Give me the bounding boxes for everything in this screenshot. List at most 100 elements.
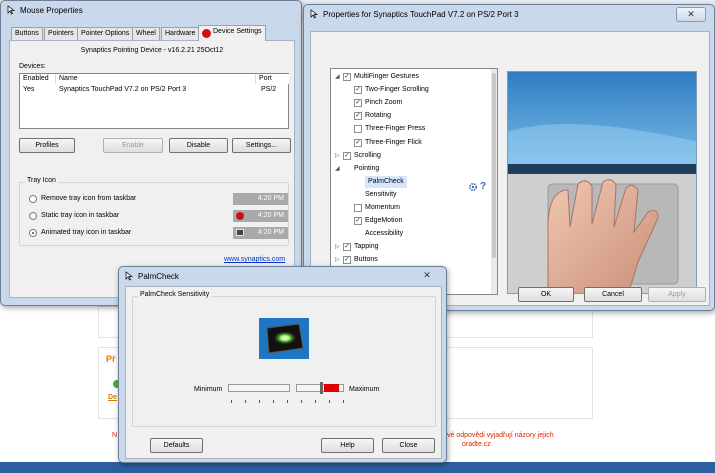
synaptics-properties-window: Properties for Synaptics TouchPad V7.2 o… (303, 4, 715, 311)
tree-item-label: EdgeMotion (365, 217, 403, 225)
background-red-mark: N (112, 432, 118, 439)
checkbox[interactable] (354, 204, 362, 212)
palmcheck-title: PalmCheck (138, 272, 179, 281)
slider-tick (301, 400, 302, 403)
synaptics-titlebar[interactable]: Properties for Synaptics TouchPad V7.2 o… (304, 5, 714, 25)
close-icon[interactable]: ✕ (676, 7, 706, 22)
profiles-button[interactable]: Profiles (19, 138, 75, 153)
tab-device-settings-label: Device Settings (213, 28, 262, 35)
checkbox[interactable]: ✓ (343, 256, 351, 265)
tree-item-label: Pointing (354, 164, 380, 172)
disable-button[interactable]: Disable (169, 138, 228, 153)
column-header-port[interactable]: Port (256, 74, 289, 84)
tree-scrollbar[interactable] (491, 69, 497, 294)
tree-item-label: Three-Finger Flick (365, 138, 422, 146)
radio-animated-tray-icon[interactable] (29, 229, 37, 237)
sensitivity-slider[interactable] (228, 382, 346, 410)
defaults-button[interactable]: Defaults (150, 438, 203, 453)
tree-item-label: Momentum (365, 204, 401, 211)
slider-tick (259, 400, 260, 403)
close-icon[interactable]: ✕ (412, 269, 442, 284)
tab-device-settings[interactable]: Device Settings (198, 25, 266, 41)
close-button[interactable]: Close (382, 438, 435, 453)
radio-static-tray-label: Static tray icon in taskbar (41, 212, 120, 219)
radio-animated-tray-label: Animated tray icon in taskbar (41, 229, 132, 236)
tab-wheel[interactable]: Wheel (132, 27, 160, 40)
table-row[interactable]: Yes Synaptics TouchPad V7.2 on PS/2 Port… (20, 85, 288, 96)
tree-item-label: Two-Finger Scrolling (365, 86, 429, 94)
slider-thumb[interactable] (320, 382, 323, 394)
mouse-properties-titlebar[interactable]: Mouse Properties (1, 1, 301, 21)
slider-tick (231, 400, 232, 403)
slider-tick (273, 400, 274, 403)
palmcheck-titlebar[interactable]: PalmCheck ✕ (119, 267, 446, 287)
tray-icon-group: Tray Icon Remove tray icon from taskbar … (19, 177, 289, 246)
slider-track-left (228, 384, 290, 392)
checkbox[interactable]: ✓ (343, 243, 351, 252)
tray-preview-animated: 4:20 PM (233, 227, 288, 239)
expander-icon[interactable]: ▷ (335, 254, 340, 266)
checkbox[interactable]: ✓ (354, 112, 362, 121)
background-red-text-2: oradte.cz (462, 441, 491, 448)
tab-buttons[interactable]: Buttons (11, 27, 43, 40)
slider-tick (343, 400, 344, 403)
expander-icon[interactable]: ▷ (335, 150, 340, 162)
slider-tick (315, 400, 316, 403)
enable-button[interactable]: Enable (103, 138, 163, 153)
gear-icon[interactable] (468, 182, 478, 192)
expander-icon[interactable]: ◢ (335, 163, 340, 175)
slider-fill (324, 384, 339, 392)
checkbox[interactable]: ✓ (343, 151, 351, 160)
mouse-icon (6, 5, 16, 15)
maximum-label: Maximum (349, 386, 380, 393)
synaptics-logo-icon (202, 29, 211, 38)
touchpad-tray-icon (236, 229, 244, 236)
tab-pointer-options[interactable]: Pointer Options (77, 27, 134, 40)
checkbox[interactable]: ✓ (354, 217, 362, 226)
cancel-button[interactable]: Cancel (584, 287, 642, 302)
tree-scrollbar-thumb[interactable] (492, 73, 496, 258)
checkbox[interactable]: ✓ (354, 99, 362, 108)
synaptics-title: Properties for Synaptics TouchPad V7.2 o… (323, 10, 519, 19)
column-header-name[interactable]: Name (56, 74, 256, 84)
tree-item-label: Accessibility (365, 230, 404, 238)
checkbox[interactable]: ✓ (354, 86, 362, 95)
tree-item-label: MultiFinger Gestures (354, 73, 419, 80)
tray-preview-animated-time: 4:20 PM (257, 229, 284, 236)
tab-hardware[interactable]: Hardware (161, 27, 200, 40)
checkbox[interactable]: ✓ (354, 138, 362, 147)
column-header-enabled[interactable]: Enabled (20, 74, 56, 84)
settings-tree[interactable]: ◢ ✓ MultiFinger Gestures ✓ Two-Finger Scroll… (330, 68, 498, 295)
radio-static-tray-icon[interactable] (29, 212, 37, 220)
expander-icon[interactable]: ◢ (335, 71, 340, 83)
ok-button[interactable]: OK (518, 287, 574, 302)
help-button[interactable]: Help (321, 438, 374, 453)
tray-preview-remove: 4:20 PM (233, 193, 288, 205)
settings-button[interactable]: Settings... (232, 138, 291, 153)
apply-button[interactable]: Apply (648, 287, 706, 302)
devices-list[interactable]: Enabled Name Port Yes Synaptics TouchPad… (19, 73, 289, 129)
background-link[interactable]: De (108, 394, 117, 401)
palmcheck-dialog: PalmCheck ✕ PalmCheck Sensitivity Minimu… (118, 266, 447, 463)
preview-video (507, 71, 697, 294)
synaptics-link[interactable]: www.synaptics.com (224, 256, 285, 263)
background-orange-heading: Př (106, 354, 116, 364)
tree-item-label: Sensitivity (365, 190, 397, 198)
row-name: Synaptics TouchPad V7.2 on PS/2 Port 3 (59, 86, 187, 93)
expander-icon[interactable]: ▷ (335, 241, 340, 253)
minimum-label: Minimum (194, 386, 223, 393)
checkbox[interactable]: ✓ (343, 73, 351, 81)
help-icon[interactable]: ? (480, 181, 486, 192)
tree-item-label: Scrolling (354, 151, 381, 159)
tab-pointers[interactable]: Pointers (44, 27, 78, 40)
checkbox[interactable] (354, 125, 362, 134)
radio-remove-tray-icon[interactable] (29, 195, 37, 203)
mouse-icon (309, 9, 319, 19)
tray-preview-static-time: 4:20 PM (257, 212, 284, 219)
slider-tick (287, 400, 288, 403)
synaptics-tray-icon (236, 212, 244, 220)
touchpad-demo-illustration (508, 72, 696, 293)
row-enabled: Yes (23, 86, 35, 93)
palmcheck-sensitivity-group: PalmCheck Sensitivity Minimum Maximum (132, 291, 436, 427)
device-settings-panel: Synaptics Pointing Device - v16.2.21 25O… (9, 40, 295, 298)
